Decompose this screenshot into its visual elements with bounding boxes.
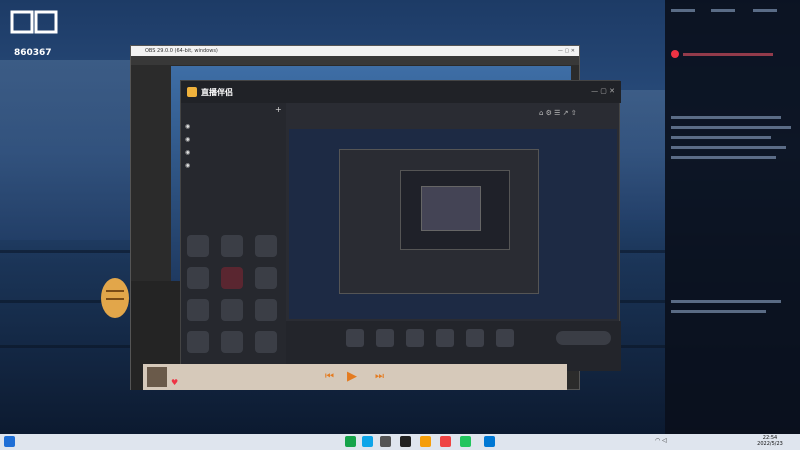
stream-info-bar: ⌂ ⚙ ☰ ↗ ⇧ <box>289 105 619 127</box>
clock[interactable]: 22:54 2022/5/23 <box>745 435 795 447</box>
scene-item[interactable]: ◉ <box>185 149 282 159</box>
app-header: 直播伴侣 — ▢ ✕ <box>181 81 621 103</box>
eye-icon[interactable]: ◉ <box>185 123 190 130</box>
tool-button[interactable] <box>255 299 277 321</box>
wifi-icon[interactable]: ◠ <box>655 437 660 444</box>
scene-item[interactable]: ◉ <box>185 162 282 172</box>
room-id: 860367 <box>14 48 52 58</box>
taskbar-app-icon[interactable] <box>362 436 373 447</box>
toolbar-button[interactable] <box>376 329 394 347</box>
app-logo-icon <box>187 87 197 97</box>
tool-button[interactable] <box>255 331 277 353</box>
tool-button[interactable] <box>187 299 209 321</box>
cat-sticker <box>100 270 130 320</box>
music-player: ♥ ⏮ ▶ ⏭ <box>143 364 567 390</box>
obs-titlebar[interactable]: OBS 29.0.0 (64-bit, windows) — ▢ ✕ <box>131 46 579 56</box>
tool-button[interactable] <box>187 331 209 353</box>
building-silhouette <box>0 60 130 240</box>
taskbar-app-icon[interactable] <box>345 436 356 447</box>
window-controls-icon[interactable]: — ▢ ✕ <box>558 46 575 56</box>
panel-tabs <box>671 4 791 18</box>
window-controls-icon[interactable]: — ▢ ✕ <box>591 87 615 95</box>
tool-button[interactable] <box>187 267 209 289</box>
play-icon[interactable]: ▶ <box>347 369 357 384</box>
speaker-button[interactable] <box>496 329 514 347</box>
stream-logo: 860367 <box>10 10 58 58</box>
nested-window <box>421 186 481 231</box>
toolbar-icons[interactable]: ⌂ ⚙ ☰ ↗ ⇧ <box>539 109 617 117</box>
taskbar-app-icon[interactable] <box>440 436 451 447</box>
tool-button[interactable] <box>221 299 243 321</box>
eye-icon[interactable]: ◉ <box>185 136 190 143</box>
next-icon[interactable]: ⏭ <box>375 371 384 382</box>
stream-companion-window[interactable]: 直播伴侣 — ▢ ✕ + ◉ ◉ ◉ ◉ ⌂ ⚙ ☰ ↗ ⇧ <box>180 80 621 371</box>
scene-item[interactable]: ◉ <box>185 136 282 146</box>
nested-window <box>339 149 539 294</box>
taskbar-app-icon[interactable] <box>420 436 431 447</box>
tool-button[interactable] <box>221 235 243 257</box>
stream-preview <box>289 129 617 319</box>
taskbar-app-icon[interactable] <box>400 436 411 447</box>
obs-title: OBS 29.0.0 (64-bit, windows) <box>145 48 218 54</box>
toolbar-button[interactable] <box>406 329 424 347</box>
chat-panel <box>665 0 800 434</box>
tool-button[interactable] <box>255 235 277 257</box>
obs-dock-label <box>131 281 181 289</box>
eye-icon[interactable]: ◉ <box>185 162 190 169</box>
taskbar-app-icon[interactable] <box>484 436 495 447</box>
mic-button[interactable] <box>466 329 484 347</box>
scene-item[interactable]: ◉ <box>185 123 282 133</box>
windows-start-icon[interactable] <box>4 436 15 447</box>
tools-grid <box>187 235 282 365</box>
album-art <box>147 367 167 387</box>
tool-button-active[interactable] <box>221 267 243 289</box>
sidebar-tabs: + <box>185 105 282 117</box>
gift-row <box>671 50 791 58</box>
toolbar-button[interactable] <box>346 329 364 347</box>
nested-window <box>400 170 510 250</box>
tool-button[interactable] <box>221 331 243 353</box>
tool-button[interactable] <box>255 267 277 289</box>
prev-icon[interactable]: ⏮ <box>325 371 334 382</box>
heart-icon[interactable]: ♥ <box>171 378 178 387</box>
scene-list: ◉ ◉ ◉ ◉ <box>185 123 282 183</box>
taskbar-app-icon[interactable] <box>460 436 471 447</box>
app-name: 直播伴侣 <box>201 88 233 97</box>
obs-menubar <box>131 56 579 65</box>
tool-button[interactable] <box>187 235 209 257</box>
clock-date: 2022/5/23 <box>757 441 783 447</box>
system-tray[interactable]: ◠ ◁ <box>655 437 735 447</box>
eye-icon[interactable]: ◉ <box>185 149 190 156</box>
add-icon[interactable]: + <box>275 105 282 114</box>
scene-sidebar: + ◉ ◉ ◉ ◉ <box>181 103 286 371</box>
toolbar-button[interactable] <box>436 329 454 347</box>
taskbar-app-icon[interactable] <box>380 436 391 447</box>
volume-icon[interactable]: ◁ <box>662 437 667 444</box>
start-live-button[interactable] <box>556 331 611 345</box>
